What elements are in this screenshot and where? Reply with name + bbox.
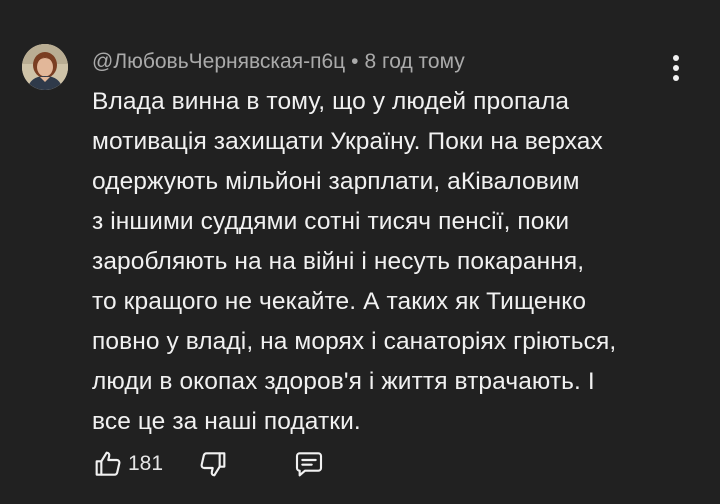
- comment-card: @ЛюбовьЧернявская-п6ц • 8 год тому Влада в…: [0, 0, 720, 504]
- comment-actions: 181: [88, 444, 329, 484]
- meta-separator: •: [351, 50, 359, 73]
- comment-meta: @ЛюбовьЧернявская-п6ц • 8 год тому: [92, 48, 465, 76]
- dislike-button[interactable]: [193, 444, 233, 484]
- avatar-image: [22, 44, 68, 90]
- thumbs-up-icon: [95, 451, 121, 476]
- reply-comment-icon: [295, 452, 323, 477]
- comment-time: 8 год тому: [364, 50, 465, 73]
- comment-text: Влада винна в тому, що у людей пропала м…: [92, 88, 617, 435]
- author-handle[interactable]: @ЛюбовьЧернявская-п6ц: [92, 50, 345, 73]
- avatar[interactable]: [22, 44, 68, 90]
- reply-button[interactable]: [289, 444, 329, 484]
- like-button[interactable]: [88, 444, 128, 484]
- like-count: 181: [128, 452, 164, 475]
- thumbs-down-icon: [200, 452, 226, 477]
